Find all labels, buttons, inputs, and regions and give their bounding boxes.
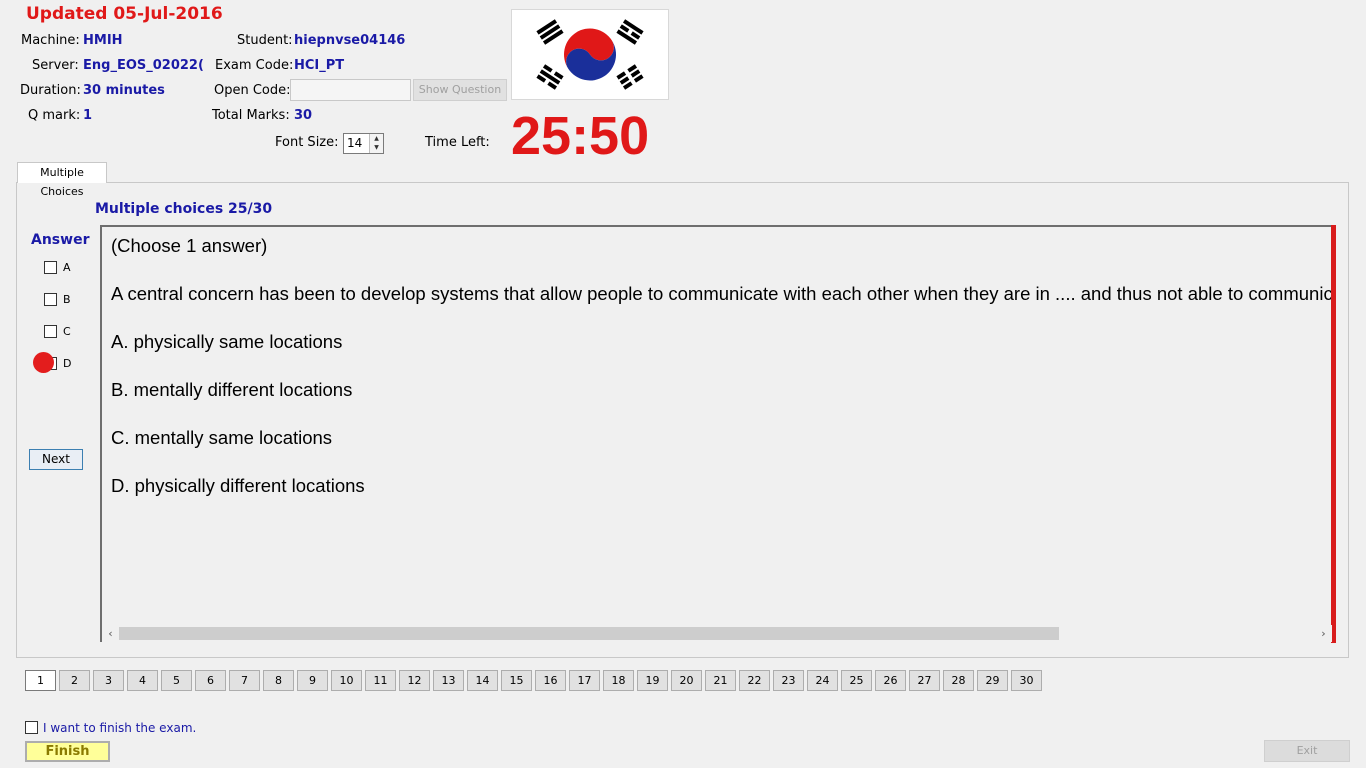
option-a-text: A. physically same locations	[111, 331, 343, 352]
answer-checkbox-a[interactable]	[44, 261, 57, 274]
question-nav-button[interactable]: 18	[603, 670, 634, 691]
question-nav-button[interactable]: 13	[433, 670, 464, 691]
duration-label: Duration:	[20, 83, 81, 98]
horizontal-scrollbar[interactable]: ‹ ›	[102, 625, 1332, 642]
exit-button[interactable]: Exit	[1264, 740, 1350, 762]
question-nav-button[interactable]: 26	[875, 670, 906, 691]
question-nav-button[interactable]: 12	[399, 670, 430, 691]
machine-label: Machine:	[21, 33, 80, 48]
answer-checkbox-b[interactable]	[44, 293, 57, 306]
time-left-label: Time Left:	[425, 135, 490, 150]
finish-button[interactable]: Finish	[25, 741, 110, 762]
question-nav-button[interactable]: 27	[909, 670, 940, 691]
option-d-text: D. physically different locations	[111, 475, 365, 496]
font-size-label: Font Size:	[275, 135, 339, 150]
exam-code-label: Exam Code:	[215, 58, 294, 73]
question-nav-button[interactable]: 20	[671, 670, 702, 691]
question-border-accent	[1331, 225, 1336, 643]
question-stem: A central concern has been to develop sy…	[111, 283, 1336, 304]
total-marks-label: Total Marks:	[212, 108, 290, 123]
option-b-text: B. mentally different locations	[111, 379, 353, 400]
question-nav-button[interactable]: 19	[637, 670, 668, 691]
question-content: (Choose 1 answer) A central concern has …	[100, 225, 1336, 642]
click-indicator-dot	[33, 352, 54, 373]
question-nav-button[interactable]: 29	[977, 670, 1008, 691]
question-nav-button[interactable]: 24	[807, 670, 838, 691]
stepper-down-icon[interactable]: ▼	[370, 143, 383, 152]
font-size-stepper[interactable]: 14 ▲ ▼	[343, 133, 384, 154]
scrollbar-thumb[interactable]	[119, 627, 1059, 640]
south-korea-flag-icon	[511, 9, 669, 100]
show-question-button[interactable]: Show Question	[413, 79, 507, 101]
next-button[interactable]: Next	[29, 449, 83, 470]
open-code-input[interactable]	[290, 79, 411, 101]
question-nav-button[interactable]: 6	[195, 670, 226, 691]
question-nav-button[interactable]: 23	[773, 670, 804, 691]
question-nav: 1 2 3 4 5 6 7 8 9 10 11 12 13 14 15 16 17 18 19 20 21 22 23 24 2…	[25, 670, 1045, 691]
total-marks-value: 30	[294, 108, 313, 123]
option-c-text: C. mentally same locations	[111, 427, 333, 448]
server-label: Server:	[32, 58, 79, 73]
open-code-label: Open Code:	[214, 83, 291, 98]
chevron-right-icon[interactable]: ›	[1315, 625, 1332, 642]
question-nav-button[interactable]: 22	[739, 670, 770, 691]
chevron-left-icon[interactable]: ‹	[102, 625, 119, 642]
question-nav-button[interactable]: 4	[127, 670, 158, 691]
time-left-value: 25:50	[511, 106, 650, 166]
tab-multiple-choices[interactable]: Multiple Choices	[17, 162, 107, 198]
question-nav-button[interactable]: 9	[297, 670, 328, 691]
question-nav-button[interactable]: 15	[501, 670, 532, 691]
answer-title: Answer	[31, 232, 90, 248]
question-nav-button[interactable]: 5	[161, 670, 192, 691]
question-nav-button[interactable]: 3	[93, 670, 124, 691]
answer-label-d: D	[63, 357, 72, 370]
server-value: Eng_EOS_02022(	[83, 58, 204, 73]
question-instruction: (Choose 1 answer)	[111, 235, 268, 256]
question-nav-button[interactable]: 16	[535, 670, 566, 691]
machine-value: HMIH	[83, 33, 123, 48]
updated-date: Updated 05-Jul-2016	[26, 4, 223, 24]
answer-label-a: A	[63, 261, 71, 274]
question-nav-button[interactable]: 7	[229, 670, 260, 691]
question-nav-button[interactable]: 10	[331, 670, 362, 691]
finish-exam-label: I want to finish the exam.	[43, 721, 197, 735]
question-nav-button[interactable]: 2	[59, 670, 90, 691]
answer-checkbox-c[interactable]	[44, 325, 57, 338]
qmark-value: 1	[83, 108, 93, 123]
question-nav-button[interactable]: 1	[25, 670, 56, 691]
question-nav-button[interactable]: 11	[365, 670, 396, 691]
question-nav-button[interactable]: 8	[263, 670, 294, 691]
finish-exam-checkbox[interactable]	[25, 721, 38, 734]
font-size-value: 14	[347, 136, 363, 150]
student-value: hiepnvse04146	[294, 33, 406, 48]
question-nav-button[interactable]: 28	[943, 670, 974, 691]
duration-value: 30 minutes	[83, 83, 165, 98]
question-nav-button[interactable]: 17	[569, 670, 600, 691]
student-label: Student:	[237, 33, 293, 48]
question-nav-button[interactable]: 21	[705, 670, 736, 691]
question-nav-button[interactable]: 25	[841, 670, 872, 691]
question-counter: Multiple choices 25/30	[95, 201, 273, 217]
question-nav-button[interactable]: 14	[467, 670, 498, 691]
qmark-label: Q mark:	[28, 108, 81, 123]
answer-label-b: B	[63, 293, 71, 306]
answer-label-c: C	[63, 325, 71, 338]
question-nav-button[interactable]: 30	[1011, 670, 1042, 691]
stepper-up-icon[interactable]: ▲	[370, 134, 383, 143]
exam-code-value: HCI_PT	[294, 58, 345, 73]
